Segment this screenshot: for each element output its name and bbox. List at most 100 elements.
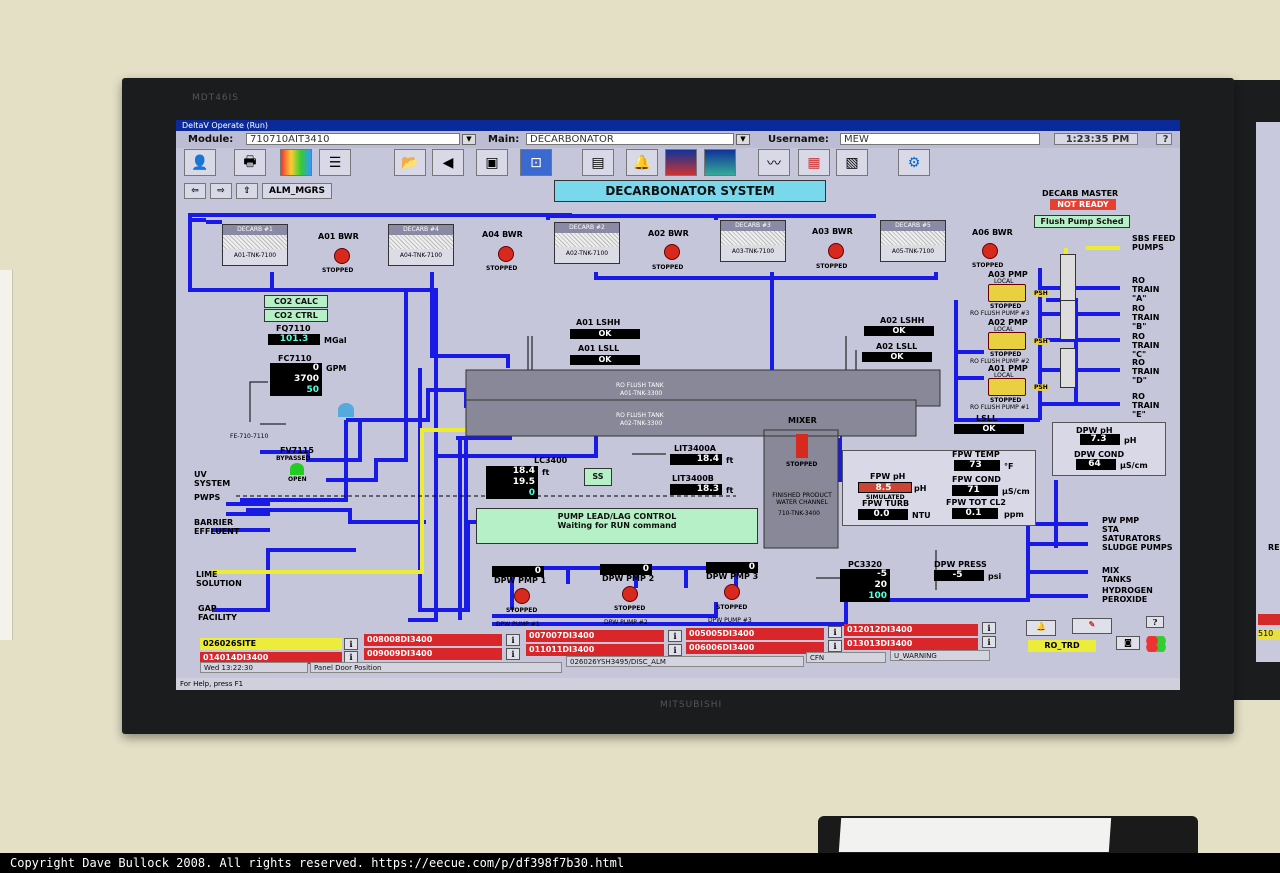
alarm-help-button[interactable]: ? [1146,616,1164,628]
ro-pump-3[interactable] [988,284,1026,302]
lime-solution-label[interactable]: LIME SOLUTION [196,570,250,588]
uv-system-label[interactable]: UV SYSTEM [194,470,234,488]
alarm-info-icon[interactable]: i [982,622,996,634]
pwps-label[interactable]: PWPS [194,493,220,502]
alarm-row2-2[interactable]: 009009DI3400 [364,648,502,660]
a01-lshh-status[interactable]: OK [570,329,640,339]
dpw-cond-value[interactable]: 64 [1076,459,1116,470]
co2-calc-button[interactable]: CO2 CALC [264,295,328,308]
alarm-info-icon[interactable]: i [828,626,842,638]
fq7110-value[interactable]: 101.3 [268,334,320,345]
tank-id: A01-TNK-7100 [233,252,277,259]
fpw-ph-label: FPW pH [870,472,906,481]
fpw-cond-value[interactable]: 71 [952,485,998,496]
decarb-tank-4[interactable]: DECARB #4 A04-TNK-7100 [388,224,454,266]
dpw-ph-value[interactable]: 7.3 [1080,434,1120,445]
a02-lsll-status[interactable]: OK [862,352,932,362]
pc3320-sp[interactable]: 20 [840,580,890,591]
alarm-info-icon[interactable]: i [828,640,842,652]
dpw-pump-3-state: STOPPED [716,604,748,611]
lit3400a-value[interactable]: 18.4 [670,454,722,465]
bwr-pump-6[interactable] [982,243,998,259]
alarm-silence-icon[interactable]: 🔔 [1026,620,1056,636]
fpw-cl2-value[interactable]: 0.1 [952,508,998,519]
dpw-pump-3-label: DPW PMP 3 [706,572,759,581]
ro-pump-2-psh: PSH [1032,338,1050,345]
lc3400-sp[interactable]: 19.5 [486,477,538,488]
channel-label: FINISHED PRODUCT WATER CHANNEL [772,492,832,506]
decarb-tank-3[interactable]: DECARB #3 A03-TNK-7100 [720,220,786,262]
a01-lsll-status[interactable]: OK [570,355,640,365]
ro-pump-1[interactable] [988,378,1026,396]
pc3320-out[interactable]: 100 [840,591,890,602]
decarb-tank-2[interactable]: DECARB #2 A02-TNK-7100 [554,222,620,264]
ro-train-b-label[interactable]: RO TRAIN "B" [1132,304,1172,331]
valve-icon[interactable] [338,403,354,417]
gap-facility-label[interactable]: GAP FACILITY [198,604,252,622]
bwr-pump-4[interactable] [498,246,514,262]
ro-train-e-label[interactable]: RO TRAIN "E" [1132,392,1172,419]
mixer-icon[interactable] [796,434,808,458]
dpw-pump-2-id: DPW PUMP #2 [604,619,648,626]
ro-train-d-label[interactable]: RO TRAIN "D" [1132,358,1172,385]
second-monitor-screen [1256,122,1280,662]
fc7110-pv[interactable]: 0 [270,363,322,374]
fc7110-out[interactable]: 50 [270,385,322,396]
alarm-info-icon[interactable]: i [506,648,520,660]
pc3320-pv[interactable]: -5 [840,569,890,580]
horn-icon[interactable]: ◙ [1116,636,1140,650]
ss-button[interactable]: SS [584,468,612,486]
ro-pump-2[interactable] [988,332,1026,350]
pw-pmp-sta-label[interactable]: PW PMP STA [1102,516,1150,534]
alarm-row2-5[interactable]: 013013DI3400 [844,638,978,650]
alarm-info-icon[interactable]: i [506,634,520,646]
alarm-ack-icon[interactable]: ✎ [1072,618,1112,634]
barrier-effluent-label[interactable]: BARRIER EFFLUENT [194,518,248,536]
alarm-info-icon[interactable]: i [668,644,682,656]
alarm-row2-4[interactable]: 006006DI3400 [686,642,824,654]
alarm-info-icon[interactable]: i [344,638,358,650]
fc7110-sp[interactable]: 3700 [270,374,322,385]
alarm-row1-5[interactable]: 012012DI3400 [844,624,978,636]
pump-control-panel[interactable]: PUMP LEAD/LAG CONTROL Waiting for RUN co… [476,508,758,544]
alarm-row1-3[interactable]: 007007DI3400 [526,630,664,642]
alarm-info-icon[interactable]: i [982,636,996,648]
lit3400b-value[interactable]: 18.3 [670,484,722,495]
bwr-pump-1[interactable] [334,248,350,264]
ro-trd-alarm[interactable]: RO_TRD [1028,640,1096,652]
alarm-row1-4[interactable]: 005005DI3400 [686,628,824,640]
ro-train-c-label[interactable]: RO TRAIN "C" [1132,332,1172,359]
fv7115-tag: FV7115 [280,446,314,455]
alarm-info-icon[interactable]: i [668,630,682,642]
flush-tank-2-name: RO FLUSH TANK [616,412,664,419]
saturators-label[interactable]: SATURATORS SLUDGE PUMPS [1102,534,1178,552]
lc3400-out[interactable]: 0 [486,488,538,499]
dpw-press-value[interactable]: -5 [934,570,984,581]
hydrogen-peroxide-label[interactable]: HYDROGEN PEROXIDE [1102,586,1162,604]
fpw-ph-value[interactable]: 8.5 [858,482,912,493]
bwr-pump-3[interactable] [828,243,844,259]
bwr-label-4: A04 BWR [482,230,523,239]
bwr-pump-2[interactable] [664,244,680,260]
a02-lshh-status[interactable]: OK [864,326,934,336]
decarb-tank-1[interactable]: DECARB #1 A01-TNK-7100 [222,224,288,266]
lit3400b-tag: LIT3400B [672,474,714,483]
dpw-pump-1[interactable] [514,588,530,604]
fpw-turb-value[interactable]: 0.0 [858,509,908,520]
sbs-feed-pumps-label[interactable]: SBS FEED PUMPS [1132,234,1176,252]
dpw-pump-3[interactable] [724,584,740,600]
lsll-status[interactable]: OK [954,424,1024,434]
ro-pump-3-state: STOPPED [990,303,1022,310]
fv7115-valve-icon[interactable] [290,463,304,475]
ro-train-a-label[interactable]: RO TRAIN "A" [1132,276,1172,303]
lc3400-pv[interactable]: 18.4 [486,466,538,477]
fpw-temp-value[interactable]: 73 [954,460,1000,471]
decarb-tank-5[interactable]: DECARB #5 A05-TNK-7100 [880,220,946,262]
dpw-pump-2[interactable] [622,586,638,602]
alarm-row1-2[interactable]: 008008DI3400 [364,634,502,646]
alarm-row2-3[interactable]: 011011DI3400 [526,644,664,656]
alarm-site[interactable]: 026026SITE [200,638,342,650]
co2-ctrl-button[interactable]: CO2 CTRL [264,309,328,322]
lit3400a-tag: LIT3400A [674,444,716,453]
mix-tanks-label[interactable]: MIX TANKS [1102,566,1142,584]
